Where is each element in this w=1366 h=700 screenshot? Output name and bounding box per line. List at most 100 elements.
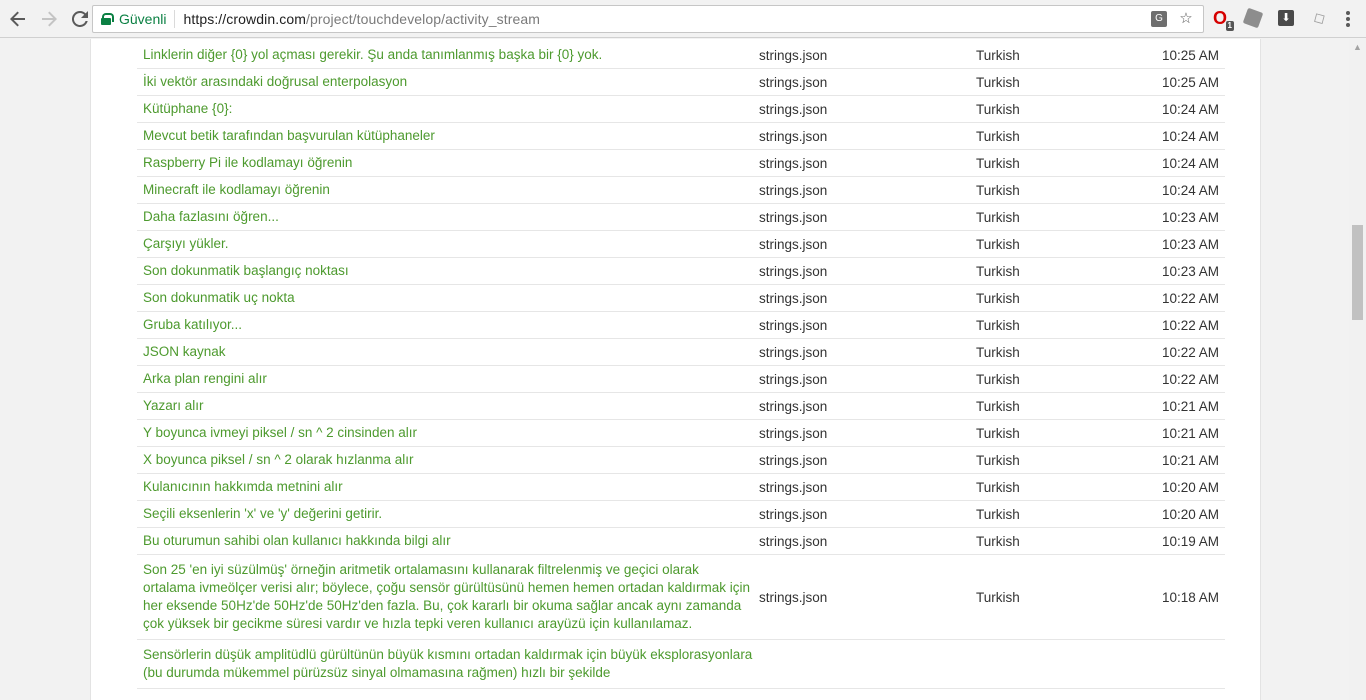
file-name-cell: strings.json [759, 209, 828, 225]
language-cell: Turkish [976, 344, 1020, 360]
table-row: Raspberry Pi ile kodlamayı öğrenin string… [137, 150, 1225, 177]
translation-link[interactable]: X boyunca piksel / sn ^ 2 olarak hızlanm… [137, 451, 753, 469]
language-cell: Turkish [976, 236, 1020, 252]
download-extension-icon[interactable]: ⬇ [1276, 8, 1296, 28]
file-name-cell: strings.json [759, 452, 828, 468]
file-name-cell: strings.json [759, 290, 828, 306]
table-row: X boyunca piksel / sn ^ 2 olarak hızlanm… [137, 447, 1225, 474]
table-row: JSON kaynak strings.json Turkish 10:22 AM [137, 339, 1225, 366]
translation-link[interactable]: Raspberry Pi ile kodlamayı öğrenin [137, 154, 753, 172]
file-name-cell: strings.json [759, 236, 828, 252]
file-name-cell: strings.json [759, 506, 828, 522]
language-cell: Turkish [976, 506, 1020, 522]
language-cell: Turkish [976, 182, 1020, 198]
vertical-scrollbar[interactable]: ▲ [1349, 39, 1366, 700]
translation-link[interactable]: Mevcut betik tarafından başvurulan kütüp… [137, 127, 753, 145]
security-indicator[interactable]: Güvenli [93, 10, 176, 28]
language-cell: Turkish [976, 452, 1020, 468]
language-cell: Turkish [976, 47, 1020, 63]
translation-link[interactable]: Y boyunca ivmeyi piksel / sn ^ 2 cinsind… [137, 424, 753, 442]
translation-link[interactable]: Minecraft ile kodlamayı öğrenin [137, 181, 753, 199]
translation-link[interactable]: Yazarı alır [137, 397, 753, 415]
reload-icon [72, 10, 88, 27]
url-text[interactable]: https://crowdin.com/project/touchdevelop… [175, 11, 540, 27]
file-name-cell: strings.json [759, 74, 828, 90]
time-cell: 10:24 AM [1161, 128, 1219, 144]
table-row: Kütüphane {0}: strings.json Turkish 10:24 A… [137, 96, 1225, 123]
file-name-cell: strings.json [759, 182, 828, 198]
activity-stream-table: Linklerin diğer {0} yol açması gerekir. … [137, 42, 1225, 689]
bookmark-star-icon[interactable]: ☆ [1177, 10, 1195, 28]
language-cell: Turkish [976, 263, 1020, 279]
translation-link[interactable]: Çarşıyı yükler. [137, 235, 753, 253]
file-name-cell: strings.json [759, 371, 828, 387]
language-cell: Turkish [976, 290, 1020, 306]
time-cell: 10:22 AM [1161, 317, 1219, 333]
file-name-cell: strings.json [759, 479, 828, 495]
file-name-cell: strings.json [759, 589, 828, 605]
language-cell: Turkish [976, 209, 1020, 225]
translate-icon[interactable]: G [1151, 11, 1167, 27]
language-cell: Turkish [976, 479, 1020, 495]
forward-arrow-icon [42, 11, 57, 26]
translation-link[interactable]: Linklerin diğer {0} yol açması gerekir. … [137, 46, 753, 64]
scroll-thumb[interactable] [1352, 225, 1363, 320]
translation-link[interactable]: Son dokunmatik uç nokta [137, 289, 753, 307]
file-name-cell: strings.json [759, 425, 828, 441]
language-cell: Turkish [976, 155, 1020, 171]
language-cell: Turkish [976, 398, 1020, 414]
translation-link[interactable]: İki vektör arasındaki doğrusal enterpola… [137, 73, 753, 91]
language-cell: Turkish [976, 101, 1020, 117]
time-cell: 10:21 AM [1161, 452, 1219, 468]
browser-menu-icon[interactable] [1340, 9, 1356, 29]
language-cell: Turkish [976, 425, 1020, 441]
reload-button[interactable] [67, 6, 93, 32]
scroll-up-arrow-icon[interactable]: ▲ [1349, 39, 1366, 56]
table-row: Arka plan rengini alır strings.json Turkis… [137, 366, 1225, 393]
time-cell: 10:24 AM [1161, 155, 1219, 171]
translation-link[interactable]: Son dokunmatik başlangıç noktası [137, 262, 753, 280]
back-arrow-icon [10, 11, 25, 26]
table-row: İki vektör arasındaki doğrusal enterpola… [137, 69, 1225, 96]
file-name-cell: strings.json [759, 317, 828, 333]
table-row: Son dokunmatik uç nokta strings.json Turki… [137, 285, 1225, 312]
file-name-cell: strings.json [759, 47, 828, 63]
time-cell: 10:23 AM [1161, 209, 1219, 225]
table-row: Daha fazlasını öğren... strings.json Turki… [137, 204, 1225, 231]
forward-button[interactable] [36, 6, 62, 32]
translation-link[interactable]: Gruba katılıyor... [137, 316, 753, 334]
table-row: Y boyunca ivmeyi piksel / sn ^ 2 cinsind… [137, 420, 1225, 447]
translation-link[interactable]: Son 25 'en iyi süzülmüş' örneğin aritmet… [137, 555, 753, 639]
translation-link[interactable]: Arka plan rengini alır [137, 370, 753, 388]
time-cell: 10:22 AM [1161, 371, 1219, 387]
table-row: Seçili eksenlerin 'x' ve 'y' değerini ge… [137, 501, 1225, 528]
translation-link[interactable]: Daha fazlasını öğren... [137, 208, 753, 226]
time-cell: 10:23 AM [1161, 236, 1219, 252]
extension-badge: 1 [1225, 21, 1234, 31]
opera-extension-icon[interactable]: O1 [1210, 8, 1234, 31]
language-cell: Turkish [976, 371, 1020, 387]
translation-link[interactable]: Sensörlerin düşük amplitüdlü gürültünün … [137, 640, 753, 688]
page-content: Linklerin diğer {0} yol açması gerekir. … [90, 39, 1261, 700]
language-cell: Turkish [976, 74, 1020, 90]
url-path: /project/touchdevelop/activity_stream [305, 11, 541, 27]
address-bar[interactable]: Güvenli https://crowdin.com/project/touc… [92, 5, 1204, 33]
file-name-cell: strings.json [759, 263, 828, 279]
tag-extension-icon[interactable]: ◇ [1305, 4, 1332, 31]
translation-link[interactable]: Kulanıcının hakkımda metnini alır [137, 478, 753, 496]
time-cell: 10:22 AM [1161, 344, 1219, 360]
translation-link[interactable]: JSON kaynak [137, 343, 753, 361]
box-extension-icon[interactable] [1242, 7, 1264, 29]
file-name-cell: strings.json [759, 128, 828, 144]
time-cell: 10:24 AM [1161, 182, 1219, 198]
time-cell: 10:25 AM [1161, 74, 1219, 90]
table-row: Minecraft ile kodlamayı öğrenin strings.j… [137, 177, 1225, 204]
table-row: Bu oturumun sahibi olan kullanıcı hakkın… [137, 528, 1225, 555]
translation-link[interactable]: Seçili eksenlerin 'x' ve 'y' değerini ge… [137, 505, 753, 523]
back-button[interactable] [5, 6, 31, 32]
translation-link[interactable]: Bu oturumun sahibi olan kullanıcı hakkın… [137, 532, 753, 550]
table-row: Çarşıyı yükler. strings.json Turkish 10:23 … [137, 231, 1225, 258]
table-row: Sensörlerin düşük amplitüdlü gürültünün … [137, 640, 1225, 689]
translation-link[interactable]: Kütüphane {0}: [137, 100, 753, 118]
time-cell: 10:20 AM [1161, 506, 1219, 522]
